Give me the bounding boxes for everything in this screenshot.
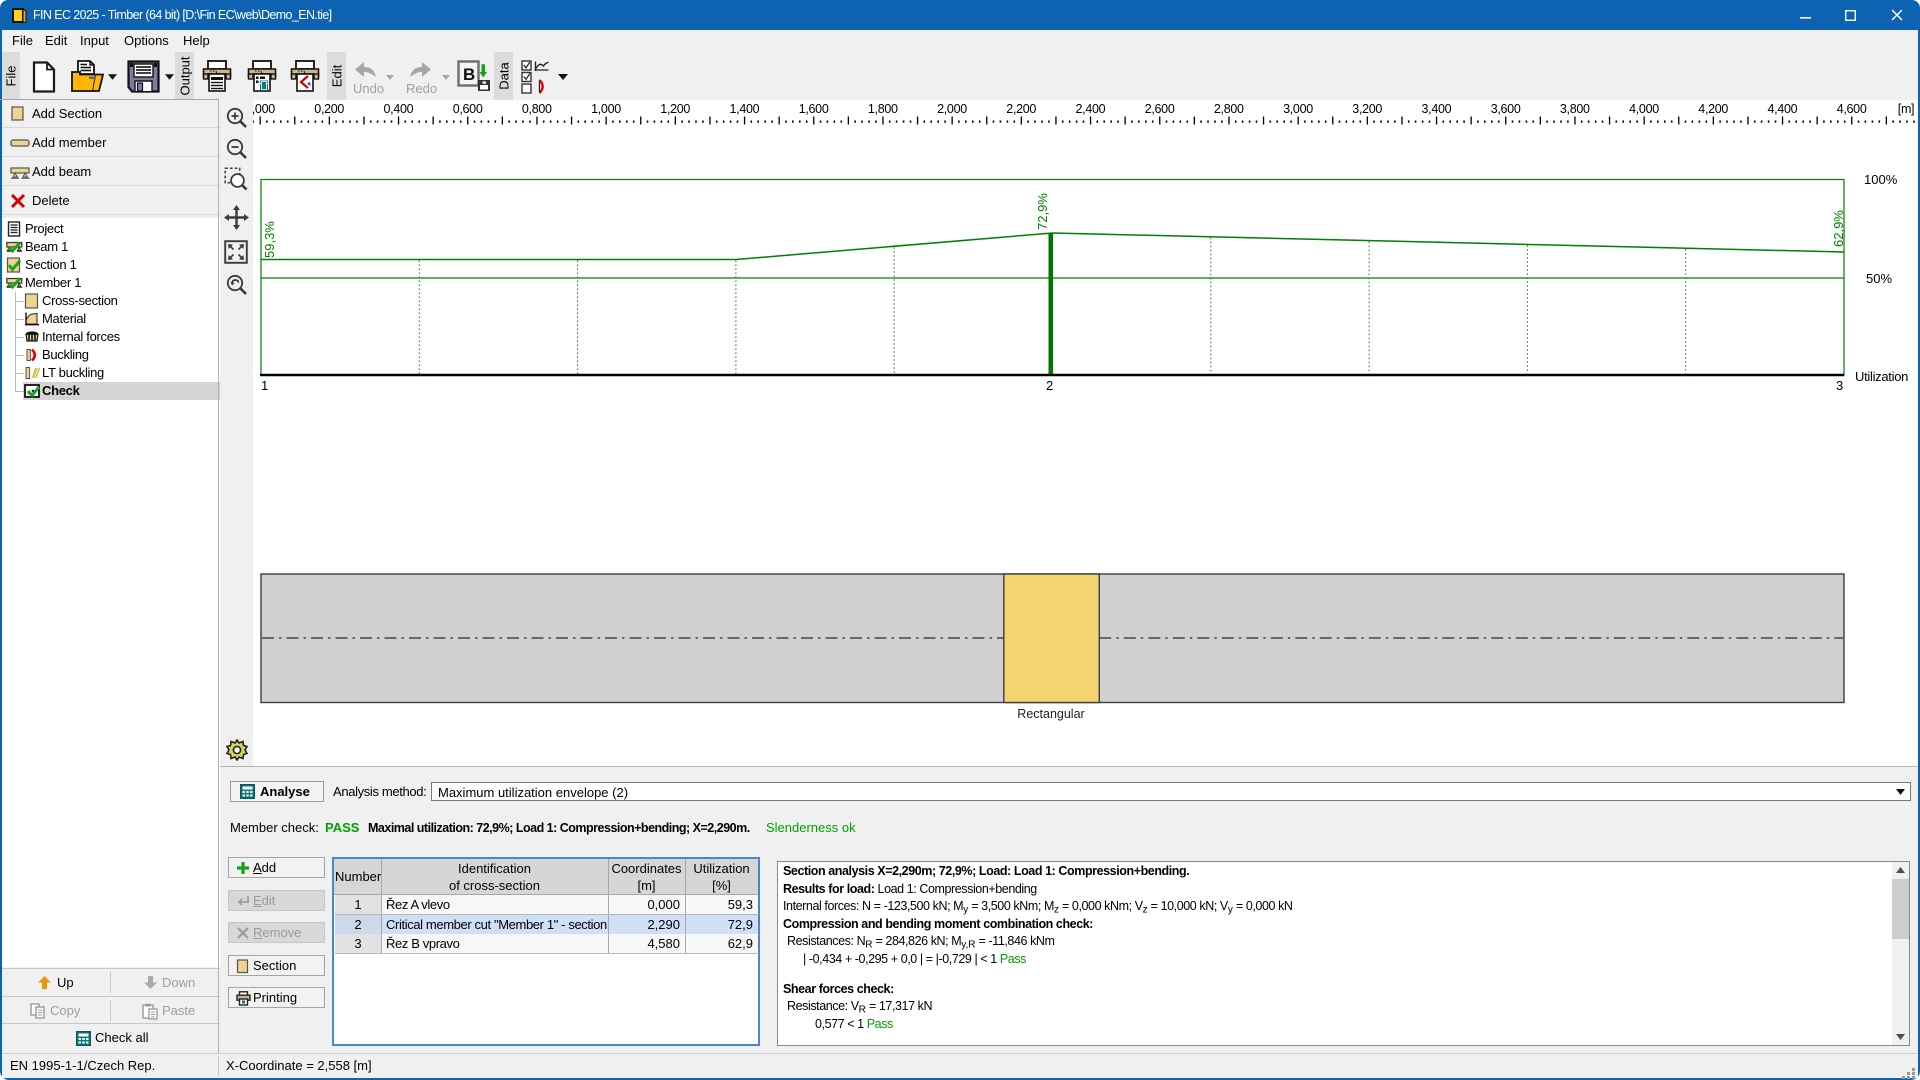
svg-text:B: B: [463, 65, 475, 84]
